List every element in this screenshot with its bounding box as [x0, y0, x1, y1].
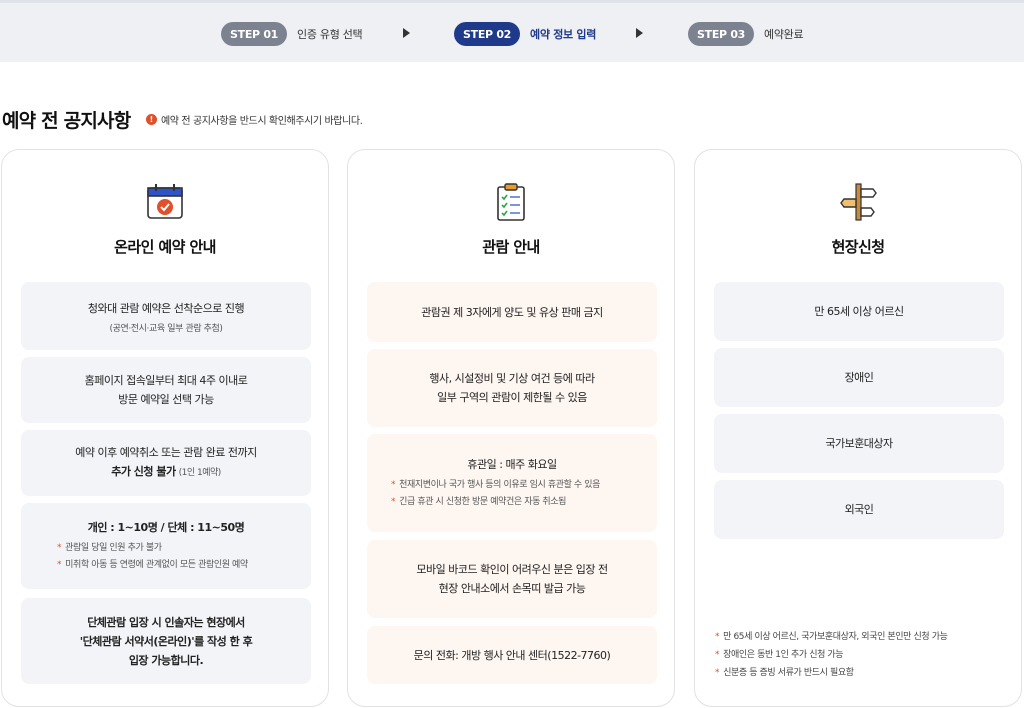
- step-3: STEP 03 예약완료: [688, 21, 804, 47]
- step-1-label: 인증 유형 선택: [297, 28, 363, 41]
- clipboard-checklist-icon: [497, 183, 525, 221]
- viewing-info-card: 관람 안내 관람권 제 3자에게 양도 및 유상 판매 금지 행사, 시설정비 …: [347, 149, 675, 707]
- signpost-icon: [840, 183, 877, 221]
- onsite-item: 장애인: [714, 348, 1004, 407]
- online-reservation-card: 온라인 예약 안내 청와대 관람 예약은 선착순으로 진행 (공연·전시·교육 …: [1, 149, 329, 707]
- notice-text: 예약 전 공지사항을 반드시 확인해주시기 바랍니다.: [161, 116, 363, 127]
- section-title: 예약 전 공지사항: [2, 110, 131, 132]
- onsite-item: 국가보훈대상자: [714, 414, 1004, 473]
- info-box: 관람권 제 3자에게 양도 및 유상 판매 금지: [367, 282, 657, 342]
- alert-icon: !: [146, 114, 157, 125]
- info-box: 개인 : 1~10명 / 단체 : 11~50명 * 관람일 당일 인원 추가 불…: [21, 503, 311, 589]
- onsite-application-card: 현장신청 만 65세 이상 어르신 장애인 국가보훈대상자 외국인 * 만 65세…: [694, 149, 1022, 707]
- notice: ! 예약 전 공지사항을 반드시 확인해주시기 바랍니다.: [146, 112, 363, 127]
- step-2-badge: STEP 02: [454, 22, 521, 46]
- step-1: STEP 01 인증 유형 선택: [221, 21, 363, 47]
- step-1-badge: STEP 01: [221, 22, 288, 46]
- card-title: 온라인 예약 안내: [114, 238, 216, 256]
- info-box: 청와대 관람 예약은 선착순으로 진행 (공연·전시·교육 일부 관람 추첨): [21, 282, 311, 350]
- card-title: 현장신청: [831, 238, 885, 256]
- step-progress-bar: STEP 01 인증 유형 선택 STEP 02 예약 정보 입력 STEP 0…: [0, 0, 1024, 62]
- step-3-badge: STEP 03: [688, 22, 755, 46]
- step-2-label: 예약 정보 입력: [530, 28, 597, 41]
- info-box: 예약 이후 예약취소 또는 관람 완료 전까지 추가 신청 불가 (1인 1예약…: [21, 430, 311, 496]
- info-box: 문의 전화: 개방 행사 안내 센터(1522-7760): [367, 626, 657, 684]
- step-2: STEP 02 예약 정보 입력: [454, 21, 596, 47]
- onsite-notes: * 만 65세 이상 어르신, 국가보훈대상자, 외국인 본인만 신청 가능 * 장…: [715, 632, 948, 678]
- step-arrow-icon: [636, 28, 643, 38]
- onsite-item: 만 65세 이상 어르신: [714, 282, 1004, 341]
- info-box: 행사, 시설정비 및 기상 여건 등에 따라 일부 구역의 관람이 제한될 수 …: [367, 349, 657, 427]
- card-title: 관람 안내: [482, 238, 540, 256]
- info-box: 홈페이지 접속일부터 최대 4주 이내로 방문 예약일 선택 가능: [21, 357, 311, 423]
- info-box: 단체관람 입장 시 인솔자는 현장에서 '단체관람 서약서(온라인)'를 작성 …: [21, 598, 311, 684]
- calendar-check-icon: [147, 184, 183, 219]
- onsite-item: 외국인: [714, 480, 1004, 539]
- step-arrow-icon: [403, 28, 410, 38]
- info-box: 모바일 바코드 확인이 어려우신 분은 입장 전 현장 안내소에서 손목띠 발급…: [367, 540, 657, 618]
- info-box: 휴관일 : 매주 화요일 * 천재지변이나 국가 행사 등의 이유로 임시 휴관할…: [367, 434, 657, 532]
- step-3-label: 예약완료: [764, 28, 804, 41]
